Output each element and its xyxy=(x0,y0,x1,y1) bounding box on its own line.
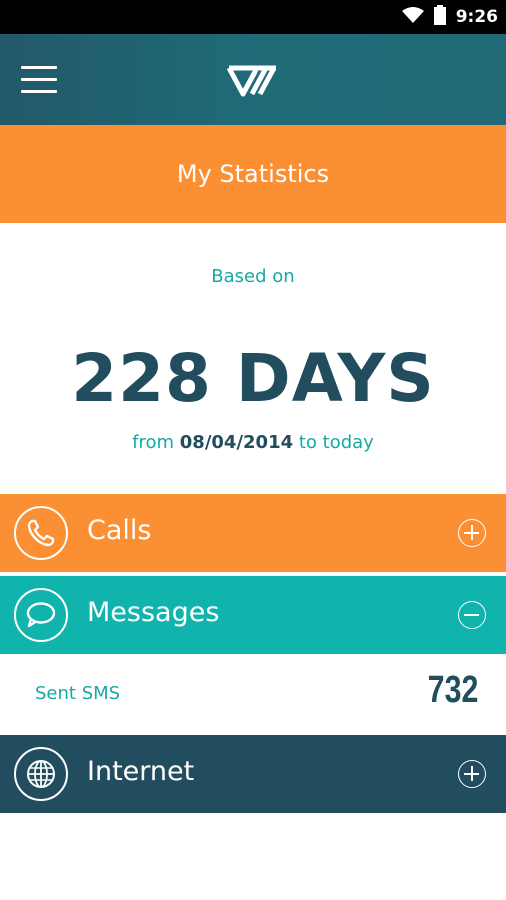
days-count: 228 DAYS xyxy=(71,340,435,417)
phone-icon xyxy=(14,506,68,560)
page-title-banner: My Statistics xyxy=(0,125,506,223)
date-range: from 08/04/2014 to today xyxy=(0,432,506,453)
sent-sms-row: Sent SMS 732 xyxy=(0,654,506,735)
messages-label: Messages xyxy=(87,597,220,628)
battery-icon xyxy=(433,5,446,29)
app-logo-icon xyxy=(226,62,280,98)
sent-sms-label: Sent SMS xyxy=(35,683,121,704)
internet-section-header[interactable]: Internet xyxy=(0,735,506,813)
range-prefix: from xyxy=(132,432,180,453)
expand-plus-icon[interactable] xyxy=(458,519,486,547)
calls-label: Calls xyxy=(87,515,152,546)
globe-icon xyxy=(14,747,68,801)
range-suffix: to today xyxy=(293,432,374,453)
sent-sms-value: 732 xyxy=(427,669,478,711)
wifi-icon xyxy=(401,7,424,27)
internet-label: Internet xyxy=(87,756,195,787)
calls-section-header[interactable]: Calls xyxy=(0,494,506,572)
range-date: 08/04/2014 xyxy=(179,432,294,453)
hamburger-menu-icon[interactable] xyxy=(21,66,57,96)
app-bar xyxy=(0,34,506,125)
expand-plus-icon[interactable] xyxy=(458,760,486,788)
status-time: 9:26 xyxy=(455,7,498,27)
messages-section-header[interactable]: Messages xyxy=(0,576,506,654)
page-title: My Statistics xyxy=(176,160,330,188)
chat-bubble-icon xyxy=(14,588,68,642)
collapse-minus-icon[interactable] xyxy=(458,601,486,629)
status-bar: 9:26 xyxy=(0,0,506,34)
based-on-label: Based on xyxy=(211,266,295,287)
